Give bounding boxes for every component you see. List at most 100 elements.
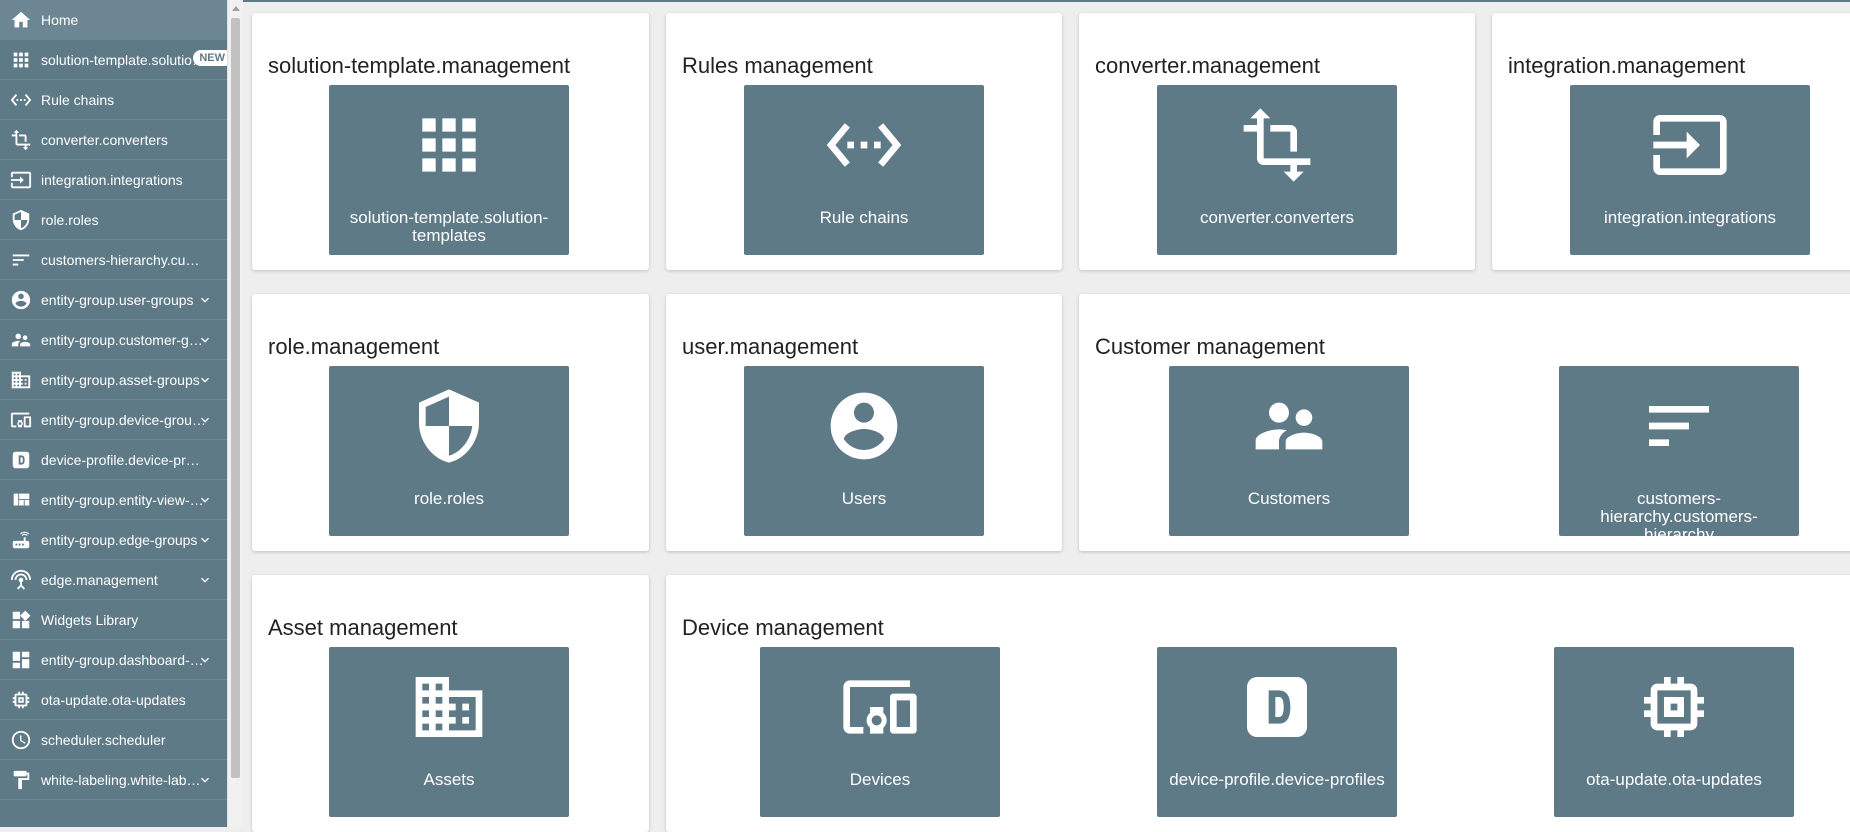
tile-label: converter.converters: [1199, 209, 1354, 227]
card-customer-management: Customer management Customers customers-…: [1079, 294, 1850, 551]
card-title: role.management: [268, 334, 440, 359]
card-title: user.management: [682, 334, 859, 359]
transform-icon: [1237, 105, 1317, 185]
scroll-thumb[interactable]: [231, 18, 240, 778]
sidebar-item-solution-template[interactable]: solution-template.solution-templatesNEW: [0, 40, 227, 80]
sidebar-item-integration[interactable]: integration.integrations: [0, 160, 227, 200]
dashboard-icon: [10, 649, 32, 671]
sidebar-item-label: role.roles: [41, 211, 99, 228]
router-icon: [10, 529, 32, 551]
tile-users[interactable]: Users: [744, 366, 984, 536]
card-title: integration.management: [1508, 53, 1746, 78]
sidebar-item-ota-update[interactable]: ota-update.ota-updates: [0, 680, 227, 720]
device-profile-icon: [1237, 667, 1317, 747]
sidebar-item-converter[interactable]: converter.converters: [0, 120, 227, 160]
card-converter-management: converter.management converter.converter…: [1079, 13, 1475, 270]
sidebar-item-label: entity-group.edge-groups: [41, 531, 198, 548]
devices-other-icon: [10, 409, 32, 431]
sidebar-item-device-profile[interactable]: device-profile.device-profiles: [0, 440, 227, 480]
sidebar-item-label: edge.management: [41, 571, 158, 588]
card-device-management: Device management Devices device-profile…: [666, 575, 1850, 832]
account-circle-icon: [824, 386, 904, 466]
chevron-down-icon[interactable]: [197, 492, 213, 508]
tile-customers-hierarchy[interactable]: customers-hierarchy.customers-hierarchy: [1559, 366, 1799, 536]
chevron-down-icon[interactable]: [197, 292, 213, 308]
tile-converters[interactable]: converter.converters: [1157, 85, 1397, 255]
memory-icon: [1634, 667, 1714, 747]
chevron-down-icon[interactable]: [197, 572, 213, 588]
sidebar-item-label: ota-update.ota-updates: [41, 691, 186, 708]
tile-device-profiles[interactable]: device-profile.device-profiles: [1157, 647, 1397, 817]
sidebar-item-label: scheduler.scheduler: [41, 731, 166, 748]
scroll-up-arrow-icon[interactable]: [232, 6, 240, 11]
tile-ota-updates[interactable]: ota-update.ota-updates: [1554, 647, 1794, 817]
sidebar-item-label: entity-group.customer-groups: [41, 331, 206, 348]
chevron-down-icon[interactable]: [197, 412, 213, 428]
widgets-icon: [10, 609, 32, 631]
domain-icon: [409, 667, 489, 747]
sidebar-item-label: entity-group.entity-view-groups: [41, 491, 206, 508]
sidebar-item-entity-group[interactable]: entity-group.customer-groups: [0, 320, 227, 360]
top-border: [243, 0, 1850, 2]
sidebar-item-entity-group[interactable]: entity-group.edge-groups: [0, 520, 227, 560]
sidebar-item-entity-group[interactable]: entity-group.asset-groups: [0, 360, 227, 400]
tile-solution-templates[interactable]: solution-template.solution-templates: [329, 85, 569, 255]
sidebar-item-rule-chains[interactable]: Rule chains: [0, 80, 227, 120]
chevron-down-icon[interactable]: [197, 532, 213, 548]
tile-label: Users: [841, 490, 887, 508]
apps-icon: [409, 105, 489, 185]
chevron-down-icon[interactable]: [197, 652, 213, 668]
card-title: Device management: [682, 615, 884, 640]
tile-label: Rule chains: [819, 209, 909, 227]
tile-label: Customers: [1247, 490, 1331, 508]
card-title: Asset management: [268, 615, 458, 640]
apps-icon: [10, 49, 32, 71]
sidebar-item-role[interactable]: role.roles: [0, 200, 227, 240]
sidebar-item-label: Widgets Library: [41, 611, 139, 628]
sidebar-item-entity-group[interactable]: entity-group.entity-view-groups: [0, 480, 227, 520]
tile-label: device-profile.device-profiles: [1169, 771, 1385, 789]
sidebar-item-customers-hierarchy[interactable]: customers-hierarchy.customers-hierarchy: [0, 240, 227, 280]
supervisor-account-icon: [10, 329, 32, 351]
chevron-down-icon[interactable]: [197, 332, 213, 348]
sidebar-item-label: white-labeling.white-labeling: [41, 771, 206, 788]
view-quilt-icon: [10, 489, 32, 511]
sidebar-item-entity-group[interactable]: entity-group.device-groups: [0, 400, 227, 440]
security-icon: [409, 386, 489, 466]
sidebar-item-scheduler[interactable]: scheduler.scheduler: [0, 720, 227, 760]
sidebar: Home solution-template.solution-templates…: [0, 0, 227, 827]
tile-assets[interactable]: Assets: [329, 647, 569, 817]
sidebar-item-entity-group[interactable]: entity-group.dashboard-groups: [0, 640, 227, 680]
memory-icon: [10, 689, 32, 711]
tile-devices[interactable]: Devices: [760, 647, 1000, 817]
sidebar-item-label: entity-group.user-groups: [41, 291, 194, 308]
sidebar-item-label: entity-group.dashboard-groups: [41, 651, 206, 668]
sort-icon: [1639, 386, 1719, 466]
tile-roles[interactable]: role.roles: [329, 366, 569, 536]
sidebar-scrollbar[interactable]: [227, 0, 243, 827]
tile-rule-chains[interactable]: Rule chains: [744, 85, 984, 255]
home-icon: [10, 9, 32, 31]
sidebar-item-label: customers-hierarchy.customers-hierarchy: [41, 251, 206, 268]
sidebar-item-home[interactable]: Home: [0, 0, 227, 40]
card-user-management: user.management Users: [666, 294, 1062, 551]
sidebar-item-entity-group[interactable]: entity-group.user-groups: [0, 280, 227, 320]
sidebar-item-label: Home: [41, 11, 79, 28]
account-circle-icon: [10, 289, 32, 311]
settings-ethernet-icon: [10, 89, 32, 111]
format-paint-icon: [10, 769, 32, 791]
chevron-down-icon[interactable]: [197, 372, 213, 388]
new-badge: NEW: [193, 50, 227, 66]
sidebar-item-widgets-library[interactable]: Widgets Library: [0, 600, 227, 640]
settings-ethernet-icon: [824, 105, 904, 185]
security-icon: [10, 209, 32, 231]
tile-customers[interactable]: Customers: [1169, 366, 1409, 536]
card-title: converter.management: [1095, 53, 1321, 78]
tile-integrations[interactable]: integration.integrations: [1570, 85, 1810, 255]
sidebar-item-white-labeling[interactable]: white-labeling.white-labeling: [0, 760, 227, 800]
sort-icon: [10, 249, 32, 271]
sidebar-item-edge[interactable]: edge.management: [0, 560, 227, 600]
chevron-down-icon[interactable]: [197, 772, 213, 788]
card-title: solution-template.management: [268, 53, 571, 78]
sidebar-item-label: converter.converters: [41, 131, 168, 148]
